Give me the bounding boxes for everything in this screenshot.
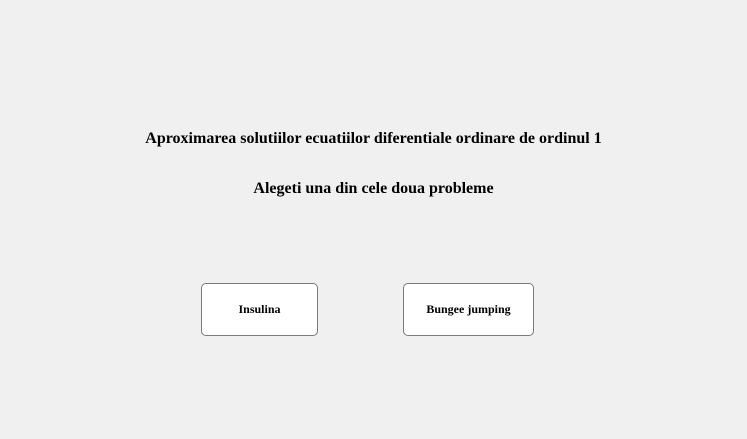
insulina-button[interactable]: Insulina [201,283,318,336]
bungee-jumping-button[interactable]: Bungee jumping [403,283,534,336]
page-title: Aproximarea solutiilor ecuatiilor difere… [145,130,602,147]
instruction-text: Alegeti una din cele doua probleme [253,180,494,197]
